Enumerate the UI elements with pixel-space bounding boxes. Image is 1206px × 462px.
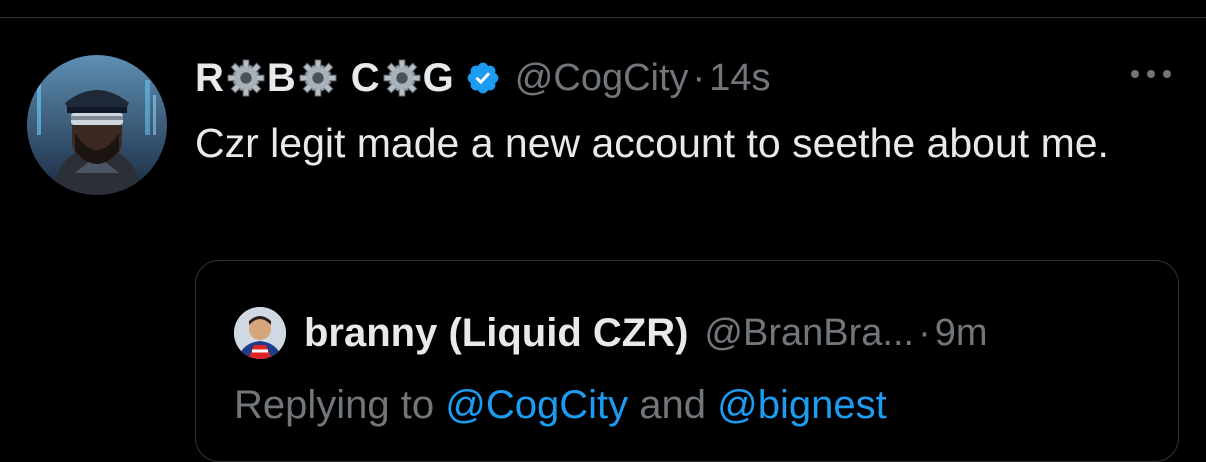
gear-icon [383, 59, 421, 97]
author-handle[interactable]: @CogCity [515, 57, 689, 100]
gear-icon [227, 59, 265, 97]
separator-dot: · [692, 56, 706, 99]
display-name-letter: G [422, 55, 455, 100]
author-avatar[interactable] [27, 55, 167, 195]
quoted-tweet-text: Replying to @CogCity and @bignest [234, 383, 887, 428]
gear-icon [299, 59, 337, 97]
mention-link[interactable]: @CogCity [445, 383, 628, 427]
quoted-tweet-card[interactable]: branny (Liquid CZR) @BranBra... · 9m Rep… [195, 260, 1179, 462]
display-name-letter: C [350, 55, 381, 100]
tweet-timestamp[interactable]: 14s [709, 57, 770, 100]
replying-to-label: Replying to [234, 383, 435, 427]
display-name-letter: R [195, 55, 225, 100]
quoted-tweet-header: branny (Liquid CZR) @BranBra... · 9m [234, 303, 988, 363]
separator-dot: · [918, 311, 931, 354]
quoted-author-avatar[interactable] [234, 307, 286, 359]
conjunction-text: and [639, 383, 706, 427]
tweet-header: R B C G @CogCity · 14s [195, 50, 770, 106]
top-divider [0, 17, 1206, 18]
quoted-author-handle[interactable]: @BranBra... [704, 312, 914, 355]
mention-link[interactable]: @bignest [717, 383, 887, 427]
tweet-text: Czr legit made a new account to seethe a… [195, 120, 1109, 166]
display-name[interactable]: R B C G [195, 56, 455, 101]
quoted-author-name[interactable]: branny (Liquid CZR) [304, 311, 688, 356]
display-name-letter: B [266, 55, 297, 100]
quoted-tweet-timestamp[interactable]: 9m [935, 312, 988, 355]
verified-badge-icon[interactable] [465, 60, 501, 96]
more-options-icon[interactable] [1128, 64, 1174, 84]
